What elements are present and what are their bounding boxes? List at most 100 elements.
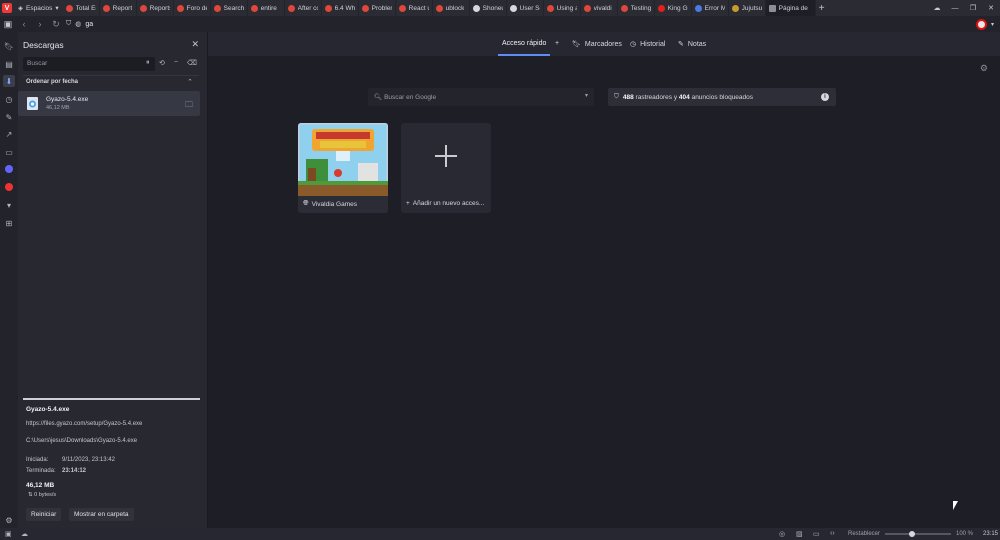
favicon-icon bbox=[583, 4, 591, 12]
new-tab-button[interactable]: + bbox=[816, 3, 828, 14]
window-panel-icon[interactable]: ▭ bbox=[3, 146, 15, 158]
detail-url[interactable]: https://files.gyazo.com/setup/Gyazo-5.4.… bbox=[26, 421, 142, 427]
address-input[interactable]: ga bbox=[85, 21, 93, 28]
forward-button[interactable]: › bbox=[32, 16, 48, 32]
tab-title: Using a bbox=[556, 4, 577, 12]
add-speed-dial-tile[interactable]: + Añadir un nuevo acces... bbox=[401, 123, 491, 213]
image-toggle-icon[interactable]: ▨ bbox=[796, 530, 803, 538]
tab[interactable]: Search bbox=[211, 0, 248, 16]
shield-icon[interactable]: ⛉ bbox=[66, 20, 71, 28]
tab[interactable]: Problem bbox=[359, 0, 396, 16]
tab[interactable]: After co bbox=[285, 0, 322, 16]
download-name: Gyazo-5.4.exe bbox=[46, 96, 89, 103]
tab[interactable]: ublock bbox=[433, 0, 470, 16]
panel-toggle-icon[interactable]: ▣ bbox=[0, 16, 16, 32]
notes-icon: ✎ bbox=[678, 41, 684, 48]
tab[interactable]: vivaldi bbox=[581, 0, 618, 16]
site-info-icon[interactable]: ◍ bbox=[75, 20, 81, 28]
tab[interactable]: Using a bbox=[544, 0, 581, 16]
pause-icon[interactable]: ⏸ bbox=[146, 59, 150, 67]
favicon-icon bbox=[435, 4, 443, 12]
tab-notes[interactable]: ✎ Notas bbox=[678, 40, 706, 49]
vivaldi-social-icon[interactable] bbox=[3, 181, 15, 193]
chevron-up-icon: ⌃ bbox=[187, 79, 193, 86]
web-panel-icon[interactable]: ▾ bbox=[3, 199, 15, 211]
tab[interactable]: King Gi bbox=[655, 0, 692, 16]
page-actions-icon[interactable]: ‹› bbox=[830, 530, 835, 537]
tab[interactable]: 6.4 Wh bbox=[322, 0, 359, 16]
tab[interactable]: entire bbox=[248, 0, 285, 16]
detail-size: 46,12 MB bbox=[26, 482, 55, 489]
chevron-down-icon[interactable]: ▾ bbox=[991, 21, 994, 28]
favicon-icon bbox=[694, 4, 702, 12]
mastodon-icon[interactable] bbox=[3, 163, 15, 175]
tab-history[interactable]: ◷ Historial bbox=[630, 40, 665, 49]
info-icon[interactable]: i bbox=[821, 93, 829, 101]
tab-bar: V ◈ Espacios ▾ Total Ec Report Reports Foro… bbox=[0, 0, 1000, 16]
address-bar: ▣ ‹ › ↻ ⛉ ◍ ga ▾ bbox=[0, 16, 1000, 32]
zoom-level: 100 % bbox=[956, 531, 974, 537]
start-page-settings-icon[interactable]: ⚙ bbox=[980, 63, 988, 74]
tab[interactable]: Reports bbox=[137, 0, 174, 16]
add-web-panel-icon[interactable]: ⊞ bbox=[3, 217, 15, 229]
cloud-icon[interactable]: ☁ bbox=[21, 530, 28, 538]
close-window-button[interactable]: ✕ bbox=[982, 4, 1000, 12]
clear-icon[interactable]: ⌫ bbox=[187, 59, 197, 67]
close-icon[interactable]: ✕ bbox=[191, 39, 199, 50]
reload-button[interactable]: ↻ bbox=[48, 16, 64, 32]
retry-icon[interactable]: ⟲ bbox=[159, 59, 165, 67]
reading-list-icon[interactable]: ▤ bbox=[3, 58, 15, 70]
show-in-folder-button[interactable]: Mostrar en carpeta bbox=[69, 508, 134, 521]
favicon-icon bbox=[361, 4, 369, 12]
tab[interactable]: Testing bbox=[618, 0, 655, 16]
zoom-slider[interactable] bbox=[885, 531, 951, 537]
tab[interactable]: Jujutsu bbox=[729, 0, 766, 16]
restart-button[interactable]: Reiniciar bbox=[26, 508, 62, 521]
tile-label: 🌐︎ Vivaldia Games bbox=[303, 200, 357, 208]
minimize-button[interactable]: — bbox=[946, 5, 964, 12]
bookmarks-icon[interactable]: 🔖︎ bbox=[3, 40, 15, 52]
add-group-button[interactable]: + bbox=[555, 40, 559, 47]
downloads-icon[interactable]: ⬇ bbox=[3, 75, 15, 87]
translate-icon[interactable]: ↗ bbox=[3, 128, 15, 140]
tab-speed-dial[interactable]: Acceso rápido bbox=[502, 40, 546, 47]
tab[interactable]: Foro de bbox=[174, 0, 211, 16]
vivaldi-menu-button[interactable]: V bbox=[0, 0, 14, 16]
notes-icon[interactable]: ✎ bbox=[3, 111, 15, 123]
tracker-blocker-summary[interactable]: ⛉ 488 rastreadores y 404 anuncios bloque… bbox=[608, 88, 836, 106]
remove-icon[interactable]: − bbox=[174, 59, 178, 66]
history-icon[interactable]: ◷ bbox=[3, 93, 15, 105]
tab[interactable]: React u bbox=[396, 0, 433, 16]
spaces-button[interactable]: ◈ Espacios ▾ bbox=[14, 0, 63, 16]
chevron-down-icon[interactable]: ▾ bbox=[585, 92, 588, 99]
downloads-search-input[interactable]: Buscar bbox=[23, 57, 155, 71]
cloud-sync-icon[interactable]: ☁ bbox=[928, 4, 946, 12]
tab[interactable]: Total Ec bbox=[63, 0, 100, 16]
zoom-reset-button[interactable]: Restablecer bbox=[848, 531, 880, 537]
tab[interactable]: Shoneu bbox=[470, 0, 507, 16]
restore-button[interactable]: ❐ bbox=[964, 4, 982, 12]
google-search-input[interactable]: 🔍︎ Buscar en Google ▾ bbox=[368, 88, 594, 106]
tab[interactable]: Report bbox=[100, 0, 137, 16]
favicon-icon bbox=[176, 4, 184, 12]
mouse-cursor bbox=[953, 501, 958, 510]
settings-gear-icon[interactable]: ⚙ bbox=[3, 514, 15, 526]
spaces-label: Espacios bbox=[26, 4, 53, 12]
capture-icon[interactable]: ◎ bbox=[779, 530, 785, 538]
tab[interactable]: Error M bbox=[692, 0, 729, 16]
download-item[interactable]: Gyazo-5.4.exe 46,12 MB 🗀︎ bbox=[18, 91, 200, 116]
tab-bookmarks[interactable]: 🔖︎ Marcadores bbox=[572, 40, 622, 49]
grid-icon bbox=[768, 4, 776, 12]
speed-dial-tile[interactable]: 🌐︎ Vivaldia Games bbox=[298, 123, 388, 213]
avatar[interactable] bbox=[975, 18, 987, 30]
favicon-icon bbox=[213, 4, 221, 12]
sort-dropdown[interactable]: Ordenar por fecha ⌃ bbox=[23, 75, 199, 87]
panel-toggle-icon[interactable]: ▣ bbox=[5, 530, 12, 538]
chevron-down-icon: ▾ bbox=[55, 5, 59, 12]
tiling-icon[interactable]: ▭ bbox=[813, 530, 820, 538]
back-button[interactable]: ‹ bbox=[16, 16, 32, 32]
tab[interactable]: User Sc bbox=[507, 0, 544, 16]
zoom-slider-handle[interactable] bbox=[909, 531, 915, 537]
folder-icon[interactable]: 🗀︎ bbox=[185, 99, 193, 113]
tab-active[interactable]: Página de bbox=[765, 0, 816, 16]
